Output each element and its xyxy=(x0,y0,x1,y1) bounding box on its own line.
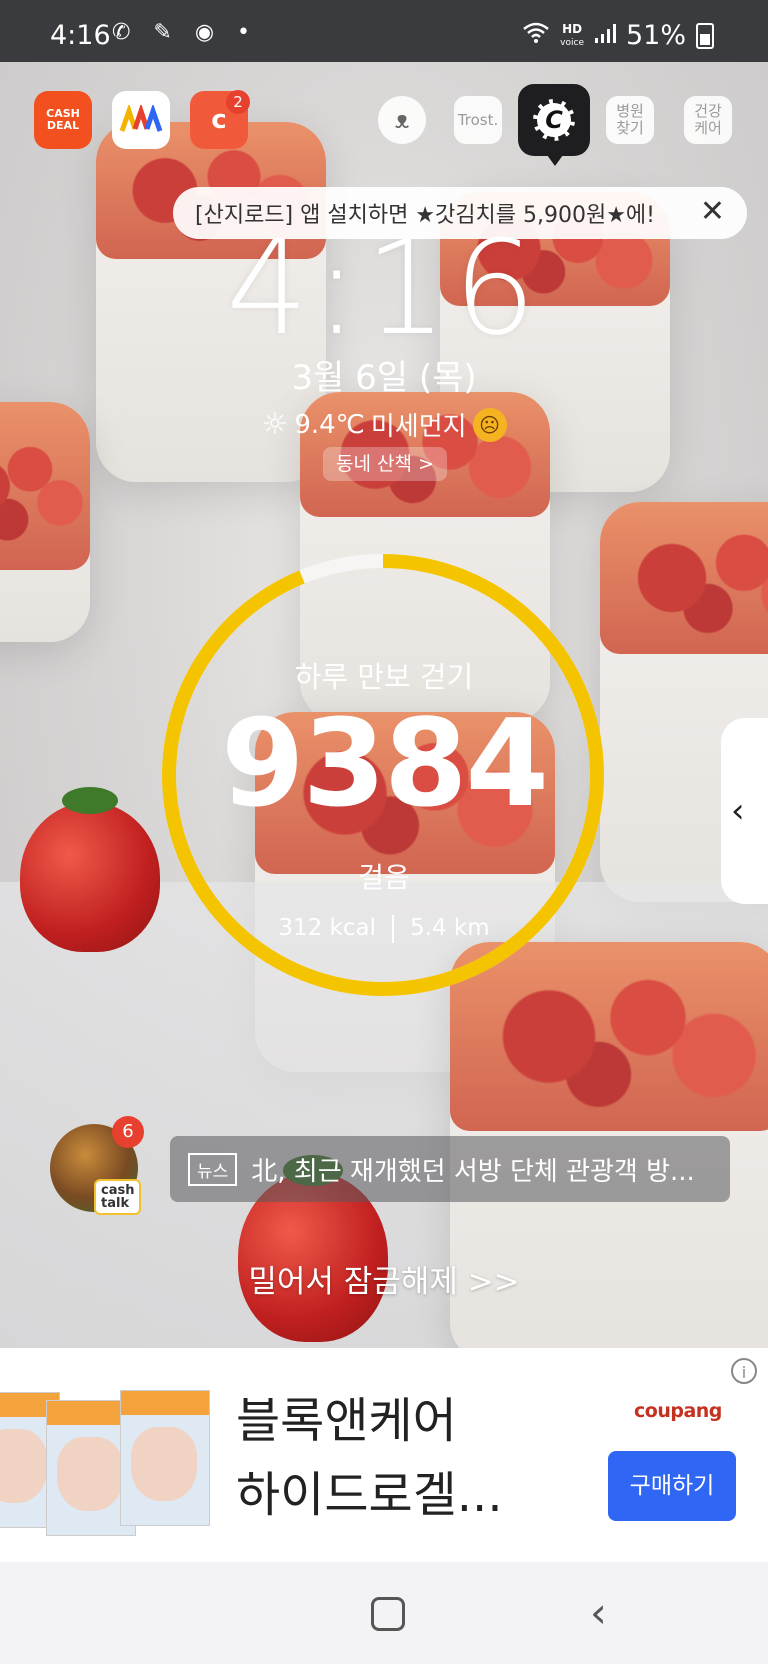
distance: 5.4 km xyxy=(410,915,490,941)
weather-row: ☼ 9.4℃ 미세먼지 ☹ xyxy=(0,406,768,443)
steps-unit: 걸음 xyxy=(358,861,410,894)
promo-banner[interactable]: [산지로드] 앱 설치하면 ★갓김치를 5,900원★에! ✕ xyxy=(173,187,747,239)
cashwalk-badge: 2 xyxy=(226,90,250,114)
lockscreen-date: 3월 6일 (목) xyxy=(291,358,477,398)
ad-title-line1: 블록앤케어 xyxy=(236,1393,457,1449)
ad-title-line2: 하이드로겔... xyxy=(236,1467,503,1523)
navigation-bar: ‹ xyxy=(0,1562,768,1664)
dust-label: 미세먼지 xyxy=(370,412,467,442)
health-label: 건강 케어 xyxy=(694,102,722,137)
cashwalk-logo-icon: c xyxy=(211,105,227,135)
trost-app[interactable]: Trost. xyxy=(454,96,502,144)
health-care-app[interactable]: 건강 케어 xyxy=(684,96,732,144)
signal-icon xyxy=(594,20,616,51)
steps-title: 하루 만보 걷기 xyxy=(294,660,474,694)
hd-label: HD xyxy=(562,21,583,36)
status-time: 4:16 xyxy=(50,20,111,51)
edge-panel-handle[interactable]: ‹ xyxy=(721,718,768,904)
home-button[interactable] xyxy=(371,1597,405,1631)
active-lockscreen-app[interactable]: C xyxy=(518,84,590,166)
dust-face-icon: ☹ xyxy=(472,407,507,442)
cashtalk-badge: 6 xyxy=(112,1116,144,1148)
news-headline: 北, 최근 재개했던 서방 단체 관광객 방... xyxy=(251,1156,695,1187)
coupang-logo: coupang xyxy=(634,1400,722,1422)
back-icon[interactable]: ‹ xyxy=(590,1588,607,1637)
cashtalk-label: cash talk xyxy=(94,1179,142,1215)
buy-button[interactable]: 구매하기 xyxy=(608,1451,736,1521)
wifi-icon xyxy=(522,20,550,51)
close-icon[interactable]: ✕ xyxy=(700,196,725,228)
news-tag: 뉴스 xyxy=(188,1152,238,1186)
step-stats: 312 kcal 5.4 km xyxy=(0,915,768,943)
hospital-finder-app[interactable]: 병원 찾기 xyxy=(606,96,654,144)
voice-label: voice xyxy=(560,37,584,48)
trost-label: Trost. xyxy=(457,110,499,129)
step-count: 9384 xyxy=(221,695,549,834)
news-ticker[interactable]: 뉴스 北, 최근 재개했던 서방 단체 관광객 방... xyxy=(170,1136,730,1202)
promo-text: [산지로드] 앱 설치하면 ★갓김치를 5,900원★에! xyxy=(195,203,655,228)
sun-icon: ☼ xyxy=(261,407,289,442)
stat-divider xyxy=(392,915,395,943)
ttt-app[interactable] xyxy=(112,91,170,149)
cat-app[interactable]: ᴥ xyxy=(378,96,426,144)
calories: 312 kcal xyxy=(278,915,377,941)
chip-letter: C xyxy=(545,106,563,134)
hd-voice-icon: HD voice xyxy=(560,23,584,49)
hospital-label: 병원 찾기 xyxy=(616,102,644,137)
cash-deal-app[interactable]: CASH DEAL xyxy=(34,91,92,149)
chip-logo-icon: C xyxy=(533,99,575,141)
chevron-left-icon: ‹ xyxy=(731,791,745,831)
notification-icons: ✆ ✎ ◉ • xyxy=(112,20,259,45)
ad-banner[interactable]: 블록앤케어 하이드로겔... coupang i 구매하기 xyxy=(0,1348,768,1562)
ttt-logo-icon xyxy=(119,105,163,132)
info-icon[interactable]: i xyxy=(731,1358,757,1384)
battery-percent: 51% xyxy=(625,20,686,51)
swipe-to-unlock[interactable]: 밀어서 잠금해제 >> xyxy=(0,1256,768,1301)
cat-icon: ᴥ xyxy=(394,105,410,134)
cash-deal-label: CASH DEAL xyxy=(46,107,80,132)
status-right: HD voice 51% xyxy=(522,20,714,51)
temperature: 9.4℃ xyxy=(294,409,365,440)
status-bar: 4:16 ✆ ✎ ◉ • HD voice 51% xyxy=(0,0,768,62)
battery-icon xyxy=(696,22,714,49)
ad-product-image xyxy=(0,1386,210,1536)
ad-title: 블록앤케어 하이드로겔... xyxy=(236,1384,503,1532)
neighborhood-walk-button[interactable]: 동네 산책 > xyxy=(323,447,447,481)
